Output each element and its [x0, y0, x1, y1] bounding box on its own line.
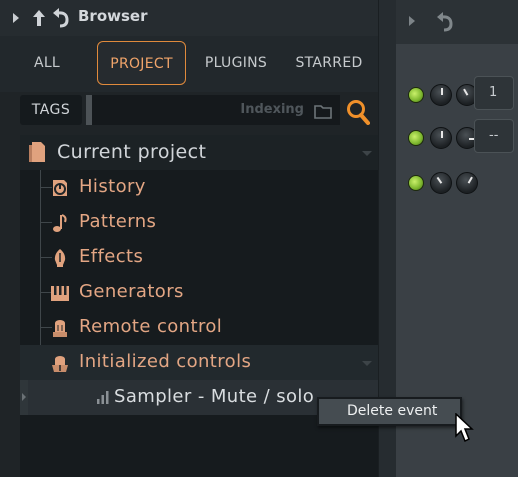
triangle-right-icon[interactable]: [409, 16, 415, 26]
search-field[interactable]: Indexing: [92, 95, 340, 125]
document-icon: [29, 142, 45, 162]
channel-rack-toolbar: [396, 0, 518, 44]
tree-item-remote-control[interactable]: Remote control: [20, 310, 378, 345]
mute-led[interactable]: [408, 87, 424, 103]
pan-knob[interactable]: [430, 127, 452, 149]
tree-item-label: History: [79, 176, 146, 197]
tree-item-effects[interactable]: Effects: [20, 240, 378, 275]
tree-item-label: Generators: [79, 281, 184, 302]
channel-slot[interactable]: --: [474, 119, 514, 153]
pan-knob[interactable]: [430, 84, 452, 106]
chevron-down-icon[interactable]: [362, 361, 372, 366]
tab-project[interactable]: PROJECT: [97, 41, 186, 85]
tree-item-label: Remote control: [79, 316, 223, 337]
tree-child-label: Sampler - Mute / solo: [114, 386, 315, 407]
row-expand-handle[interactable]: [20, 380, 28, 415]
mute-led[interactable]: [408, 175, 424, 191]
tree-item-history[interactable]: History: [20, 170, 378, 205]
folder-icon[interactable]: [314, 103, 332, 119]
history-icon: [53, 180, 67, 196]
search-icon[interactable]: [346, 99, 370, 125]
context-menu: Delete event: [317, 397, 462, 426]
tree-root-label: Current project: [57, 141, 207, 163]
browser-tabs: ALL PROJECT PLUGINS STARRED: [0, 36, 378, 92]
tree-item-generators[interactable]: Generators: [20, 275, 378, 310]
init-knob-icon: [52, 356, 68, 372]
chevron-down-icon[interactable]: [362, 151, 372, 156]
piano-icon: [51, 286, 69, 301]
volume-knob[interactable]: [456, 172, 478, 194]
browser-title: Browser: [78, 7, 148, 25]
tree-item-label: Patterns: [79, 211, 157, 232]
collapse-triangle-icon[interactable]: [13, 13, 19, 23]
tree-item-initialized-controls[interactable]: Initialized controls: [20, 345, 378, 380]
indexing-status: Indexing: [240, 102, 304, 117]
mute-led[interactable]: [408, 130, 424, 146]
tags-button[interactable]: TAGS: [20, 95, 82, 125]
remote-icon: [53, 320, 67, 337]
channel-row: [406, 172, 518, 196]
tree-item-label: Initialized controls: [79, 351, 252, 372]
tree-item-patterns[interactable]: Patterns: [20, 205, 378, 240]
arrow-up-icon[interactable]: [31, 8, 47, 28]
tree-item-label: Effects: [79, 246, 144, 267]
tree-item-current-project[interactable]: Current project: [20, 135, 378, 170]
tab-all[interactable]: ALL: [22, 41, 72, 85]
mouse-cursor-icon: [455, 413, 474, 443]
effects-icon: [54, 249, 66, 267]
note-icon: [53, 214, 67, 232]
pan-knob[interactable]: [430, 172, 452, 194]
tab-plugins[interactable]: PLUGINS: [200, 41, 272, 85]
browser-titlebar: Browser: [0, 0, 378, 36]
bar-chart-icon: [97, 391, 109, 404]
tab-starred[interactable]: STARRED: [290, 41, 368, 85]
channel-slot[interactable]: 1: [474, 76, 514, 110]
undo-icon[interactable]: [52, 8, 70, 28]
delete-event-menu-item[interactable]: Delete event: [347, 403, 437, 419]
undo-icon[interactable]: [436, 12, 454, 32]
tags-row: TAGS Indexing: [0, 92, 378, 130]
